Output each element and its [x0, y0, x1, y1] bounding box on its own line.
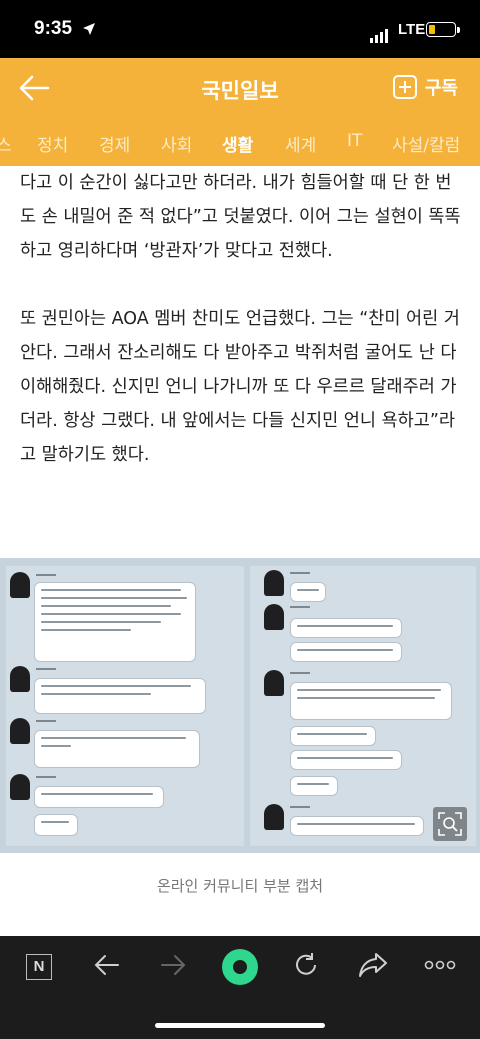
chat-capture-image[interactable] [0, 558, 480, 853]
tab-politics[interactable]: 정치 [37, 131, 68, 156]
status-bar: 9:35 LTE [0, 0, 480, 58]
green-dot-icon[interactable] [222, 949, 258, 985]
app-header: 국민일보 구독 [0, 58, 480, 118]
article-paragraph: 또 권민아는 AOA 멤버 찬미도 언급했다. 그는 “찬미 어린 거 안다. … [20, 309, 460, 465]
tab-economy[interactable]: 경제 [99, 131, 130, 156]
chat-panel-left [6, 566, 244, 846]
tab-it[interactable]: IT [347, 131, 362, 151]
network-label: LTE [398, 21, 426, 38]
tab-society[interactable]: 사회 [161, 131, 192, 156]
refresh-icon[interactable] [293, 952, 319, 978]
article-paragraph: 다고 이 순간이 싫다고만 하더라. 내가 힘들어할 때 단 한 번도 손 내밀… [20, 173, 461, 261]
status-time: 9:35 [34, 18, 73, 39]
image-caption: 온라인 커뮤니티 부분 캡처 [156, 877, 324, 895]
tab-world[interactable]: 세계 [285, 131, 316, 156]
location-icon [83, 23, 95, 35]
chat-panel-right [250, 566, 476, 846]
naver-n-icon[interactable]: N [26, 954, 52, 980]
tab-editorial[interactable]: 사설/칼럼 [392, 131, 460, 156]
article-body: 다고 이 순간이 싫다고만 하더라. 내가 힘들어할 때 단 한 번도 손 내밀… [20, 166, 464, 472]
battery-icon [426, 22, 460, 37]
subscribe-label: 구독 [424, 78, 458, 99]
category-tabs: 스 정치 경제 사회 생활 세계 IT 사설/칼럼 [0, 118, 480, 170]
zoom-icon[interactable] [433, 807, 467, 841]
share-icon[interactable] [358, 952, 388, 978]
nav-back-icon[interactable] [94, 954, 120, 976]
nav-forward-icon[interactable] [160, 954, 186, 976]
tab-sports[interactable]: 스 [0, 131, 12, 156]
article-content: 다고 이 순간이 싫다고만 하더라. 내가 힘들어할 때 단 한 번도 손 내밀… [0, 166, 480, 936]
tab-life[interactable]: 생활 [222, 131, 254, 170]
signal-icon [370, 24, 390, 43]
plus-box-icon [392, 75, 417, 99]
home-indicator[interactable] [155, 1023, 325, 1028]
more-icon[interactable] [424, 960, 456, 970]
subscribe-button[interactable]: 구독 [392, 74, 458, 100]
